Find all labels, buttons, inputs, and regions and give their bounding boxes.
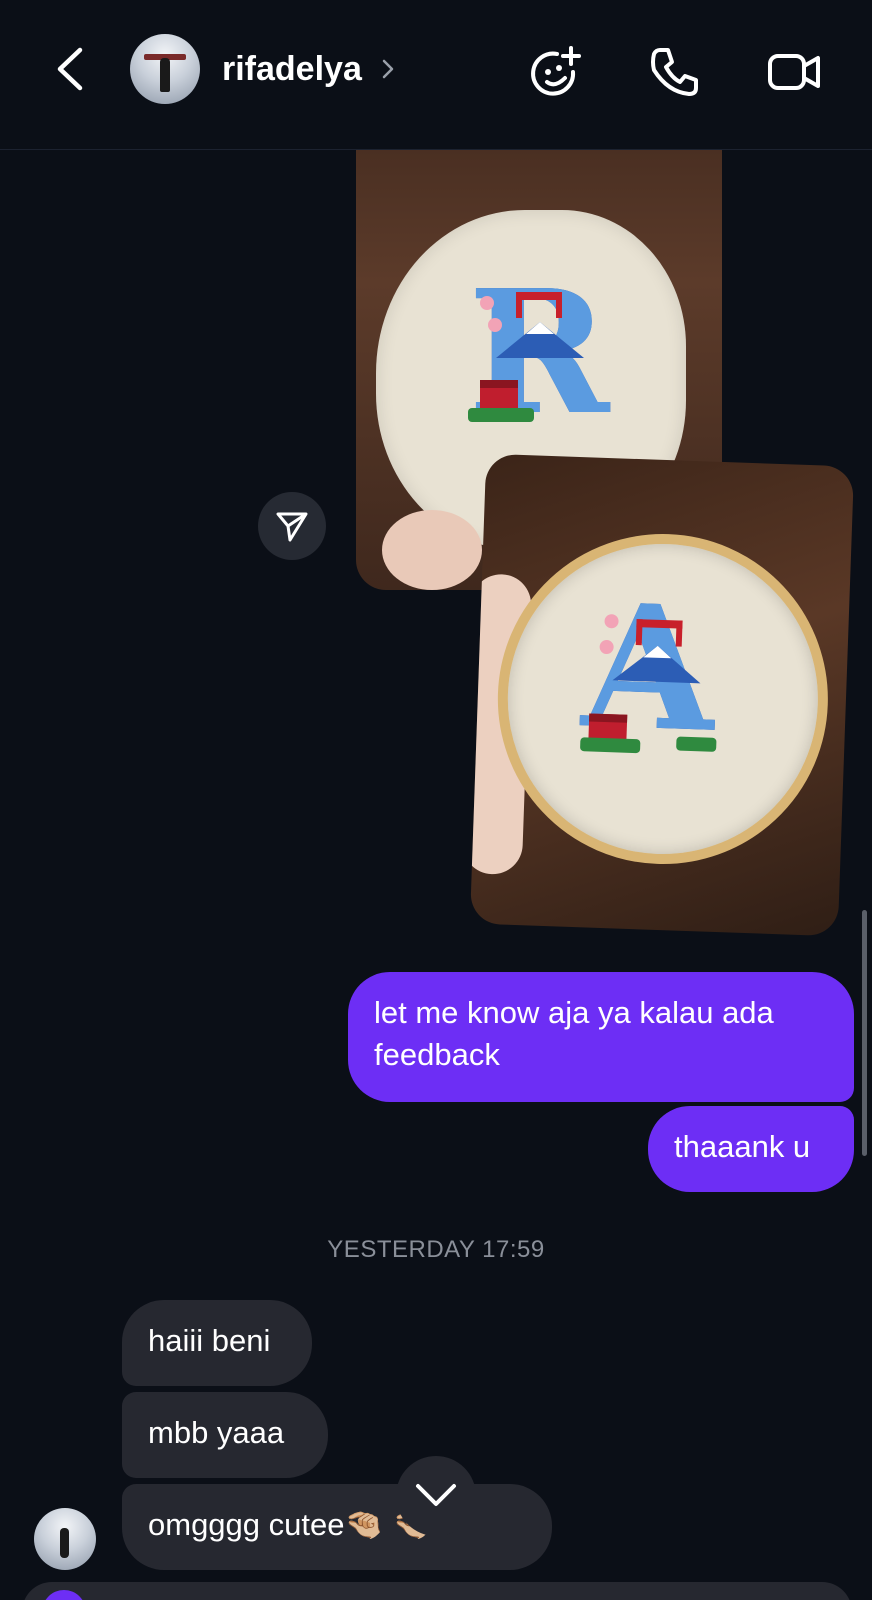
chevron-down-icon [416,1484,456,1506]
chevron-left-icon[interactable] [50,44,90,94]
incoming-message[interactable]: omgggg cutee🤏🏼 🤏🏼 [122,1484,552,1570]
sender-avatar[interactable] [34,1508,96,1570]
face-plus-icon[interactable] [527,44,583,100]
chat-header: rifadelya [0,0,872,150]
shared-photo-a-embroidery[interactable]: A [469,453,855,937]
video-camera-icon[interactable] [766,44,822,100]
send-icon [276,512,308,542]
scrollbar[interactable] [862,910,867,1156]
scroll-to-bottom-button[interactable] [396,1456,476,1536]
share-button[interactable] [258,492,326,560]
camera-icon[interactable] [42,1590,86,1600]
outgoing-message[interactable]: let me know aja ya kalau ada feedback [348,972,854,1102]
phone-icon[interactable] [646,44,702,100]
avatar[interactable] [130,34,200,104]
chat-screen: rifadelya R A let me know aja ya kalau a… [0,0,872,1600]
incoming-message-text: omgggg cutee [148,1507,345,1542]
message-composer[interactable] [22,1582,852,1600]
contact-name[interactable]: rifadelya [222,50,362,89]
incoming-message[interactable]: haiii beni [122,1300,312,1386]
outgoing-message[interactable]: thaaank u [648,1106,854,1192]
incoming-message[interactable]: mbb yaaa [122,1392,328,1478]
message-timestamp: YESTERDAY 17:59 [327,1236,545,1263]
chevron-right-icon[interactable] [380,56,396,82]
